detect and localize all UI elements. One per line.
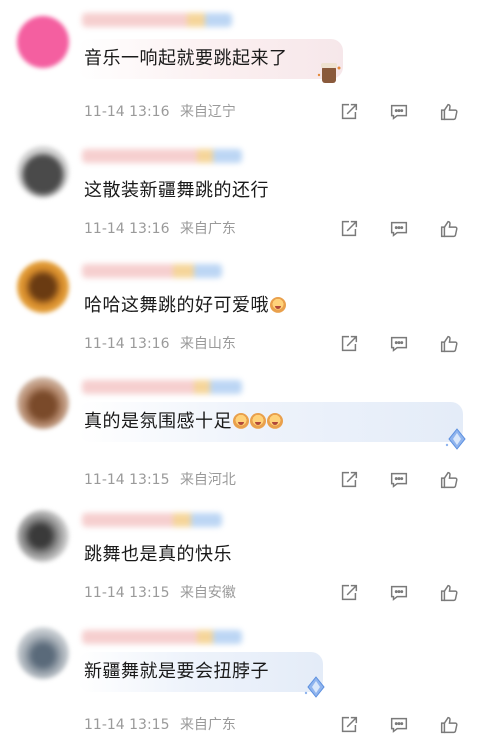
comment-time: 11-14 13:15 bbox=[84, 585, 170, 601]
share-icon bbox=[341, 220, 358, 237]
reply-button[interactable] bbox=[386, 580, 412, 606]
comment-text: 这散装新疆舞跳的还行 bbox=[84, 180, 269, 201]
reply-button[interactable] bbox=[386, 99, 412, 125]
comment-time: 11-14 13:16 bbox=[84, 336, 170, 352]
share-button[interactable] bbox=[336, 99, 362, 125]
share-icon bbox=[341, 335, 358, 352]
thumbs-up-icon bbox=[440, 103, 458, 121]
comment-icon bbox=[390, 472, 408, 488]
username-blurred[interactable] bbox=[82, 149, 242, 163]
comment-item: 这散装新疆舞跳的还行 11-14 13:16 来自广东 bbox=[0, 132, 480, 249]
share-icon bbox=[341, 584, 358, 601]
comment-icon bbox=[390, 221, 408, 237]
share-button[interactable] bbox=[336, 580, 362, 606]
comment-meta: 11-14 13:16 来自山东 bbox=[84, 333, 242, 353]
reply-button[interactable] bbox=[386, 216, 412, 242]
comment-icon bbox=[390, 585, 408, 601]
like-button[interactable] bbox=[436, 712, 462, 738]
comment-item: 音乐一响起就要跳起来了 11-14 13:16 来自辽宁 bbox=[0, 0, 480, 121]
cup-sticker-icon bbox=[317, 63, 341, 83]
comment-item: 新疆舞就是要会扭脖子 11-14 13:15 来自广东 bbox=[0, 613, 480, 734]
comment-text: 音乐一响起就要跳起来了 bbox=[84, 48, 288, 69]
reply-button[interactable] bbox=[386, 467, 412, 493]
like-button[interactable] bbox=[436, 99, 462, 125]
emoji-icon bbox=[267, 413, 283, 429]
comment-icon bbox=[390, 104, 408, 120]
like-button[interactable] bbox=[436, 467, 462, 493]
thumbs-up-icon bbox=[440, 335, 458, 353]
thumbs-up-icon bbox=[440, 716, 458, 734]
comment-location: 来自河北 bbox=[179, 472, 236, 488]
comment-text: 新疆舞就是要会扭脖子 bbox=[84, 661, 269, 682]
username-blurred[interactable] bbox=[82, 13, 232, 27]
comment-time: 11-14 13:15 bbox=[84, 717, 170, 733]
username-blurred[interactable] bbox=[82, 513, 222, 527]
avatar[interactable] bbox=[17, 627, 69, 679]
username-blurred[interactable] bbox=[82, 380, 242, 394]
like-button[interactable] bbox=[436, 216, 462, 242]
reply-button[interactable] bbox=[386, 331, 412, 357]
comment-item: 哈哈这舞跳的好可爱哦 11-14 13:16 来自山东 bbox=[0, 247, 480, 364]
emoji-icon bbox=[233, 413, 249, 429]
comment-time: 11-14 13:15 bbox=[84, 472, 170, 488]
reply-button[interactable] bbox=[386, 712, 412, 738]
comment-text: 真的是氛围感十足 bbox=[84, 410, 283, 434]
avatar[interactable] bbox=[17, 146, 69, 198]
comment-location: 来自广东 bbox=[179, 717, 236, 733]
comment-text: 跳舞也是真的快乐 bbox=[84, 544, 232, 565]
comment-item: 跳舞也是真的快乐 11-14 13:15 来自安徽 bbox=[0, 496, 480, 613]
comment-location: 来自辽宁 bbox=[179, 104, 236, 120]
username-blurred[interactable] bbox=[82, 630, 242, 644]
avatar[interactable] bbox=[17, 261, 69, 313]
comment-meta: 11-14 13:15 来自广东 bbox=[84, 714, 242, 734]
avatar[interactable] bbox=[17, 377, 69, 429]
share-icon bbox=[341, 716, 358, 733]
share-button[interactable] bbox=[336, 331, 362, 357]
avatar[interactable] bbox=[17, 16, 69, 68]
avatar[interactable] bbox=[17, 510, 69, 562]
share-icon bbox=[341, 103, 358, 120]
comment-location: 来自广东 bbox=[179, 221, 236, 237]
thumbs-up-icon bbox=[440, 471, 458, 489]
comment-text: 哈哈这舞跳的好可爱哦 bbox=[84, 294, 286, 318]
comment-meta: 11-14 13:16 来自辽宁 bbox=[84, 101, 242, 121]
emoji-icon bbox=[270, 297, 286, 313]
emoji-icon bbox=[250, 413, 266, 429]
like-button[interactable] bbox=[436, 331, 462, 357]
share-button[interactable] bbox=[336, 467, 362, 493]
comment-location: 来自山东 bbox=[179, 336, 236, 352]
comment-time: 11-14 13:16 bbox=[84, 104, 170, 120]
share-button[interactable] bbox=[336, 712, 362, 738]
username-blurred[interactable] bbox=[82, 264, 222, 278]
comment-location: 来自安徽 bbox=[179, 585, 236, 601]
comment-icon bbox=[390, 717, 408, 733]
like-button[interactable] bbox=[436, 580, 462, 606]
diamond-sticker-icon bbox=[445, 428, 466, 450]
comment-item: 真的是氛围感十足 11-14 13:15 来自河北 bbox=[0, 363, 480, 489]
share-button[interactable] bbox=[336, 216, 362, 242]
comment-meta: 11-14 13:15 来自河北 bbox=[84, 469, 242, 489]
comment-icon bbox=[390, 336, 408, 352]
thumbs-up-icon bbox=[440, 584, 458, 602]
share-icon bbox=[341, 471, 358, 488]
diamond-sticker-icon bbox=[304, 676, 325, 698]
thumbs-up-icon bbox=[440, 220, 458, 238]
comment-meta: 11-14 13:15 来自安徽 bbox=[84, 582, 242, 602]
comment-time: 11-14 13:16 bbox=[84, 221, 170, 237]
comment-meta: 11-14 13:16 来自广东 bbox=[84, 218, 242, 238]
